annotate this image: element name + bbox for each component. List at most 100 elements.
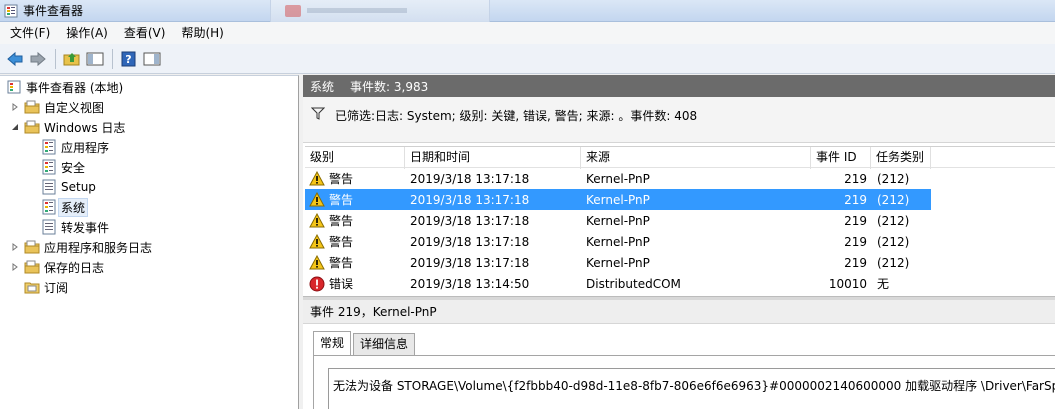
warning-icon [309,254,325,271]
tree-item-root[interactable]: 事件查看器 (本地) [6,77,123,97]
cell-level: 警告 [305,233,405,250]
cell-datetime: 2019/3/18 13:17:18 [410,213,530,228]
background-window-tab [270,0,490,22]
log-icon [41,159,57,175]
background-window-icon [285,5,301,17]
menu-help[interactable]: 帮助(H) [173,22,231,44]
error-icon [309,276,325,292]
filter-icon [311,107,325,120]
tab-general[interactable]: 常规 [313,331,352,355]
cell-source: DistributedCOM [586,276,681,291]
column-header-source[interactable]: 来源 [581,147,811,169]
show-action-pane-button[interactable] [141,48,163,70]
expand-arrow-icon[interactable] [10,262,20,272]
event-viewer-icon [4,4,18,17]
event-row[interactable]: 警告 2019/3/18 13:17:18 Kernel-PnP 219 (212) [305,252,1055,273]
svg-text:?: ? [125,53,131,66]
cell-level: 警告 [305,170,405,187]
help-button[interactable]: ? [118,48,140,70]
cell-datetime: 2019/3/18 13:17:18 [410,234,530,249]
tree-item[interactable]: 保存的日志 [10,257,104,277]
main-pane: 系统 事件数: 3,983 已筛选:日志: System; 级别: 关键, 错误… [303,75,1055,409]
tree-item[interactable]: 订阅 [10,277,68,297]
log-plain-icon [41,179,57,195]
cell-task-category: (212) [877,192,910,207]
toolbar: ? [0,44,1055,74]
tree-item-label: 应用程序 [61,140,110,155]
console-tree-icon [86,52,104,65]
tree-item[interactable]: Windows 日志 [10,117,125,137]
tree-item[interactable]: 自定义视图 [10,97,104,117]
filter-bar: 已筛选:日志: System; 级别: 关键, 错误, 警告; 来源: 。事件数… [303,97,1055,143]
column-header-datetime[interactable]: 日期和时间 [405,147,581,169]
cell-datetime: 2019/3/18 13:14:50 [410,276,530,291]
warning-icon [309,233,325,250]
window-title: 事件查看器 [23,4,84,18]
column-header-task-category[interactable]: 任务类别 [871,147,931,169]
menu-file[interactable]: 文件(F) [0,22,58,44]
detail-body: 无法为设备 STORAGE\Volume\{f2fbbb40-d98d-11e8… [313,355,1055,409]
expand-arrow-icon[interactable] [10,102,20,112]
cell-event-id: 219 [844,213,867,228]
up-folder-button[interactable] [61,48,83,70]
folder-icon [24,239,40,255]
tree-item-label: 应用程序和服务日志 [44,240,153,255]
event-message[interactable]: 无法为设备 STORAGE\Volume\{f2fbbb40-d98d-11e8… [328,368,1055,409]
warning-icon [309,191,325,208]
column-header-level[interactable]: 级别 [305,147,405,169]
log-title: 系统 [310,79,335,94]
cell-event-id: 10010 [828,276,867,291]
folder-icon [24,119,40,135]
toolbar-separator [55,48,56,69]
tree-item[interactable]: 安全 [41,157,85,177]
cell-task-category: (212) [877,213,910,228]
tree-item[interactable]: Setup [41,177,96,197]
forward-button[interactable] [27,48,49,70]
console-tree: 事件查看器 (本地) 自定义视图 Windows 日志 应用程序安全 Setup 系统转… [0,75,299,409]
collapse-arrow-icon[interactable] [10,122,20,132]
cell-level: 错误 [305,275,405,292]
menu-bar: 文件(F) 操作(A) 查看(V) 帮助(H) [0,22,1055,44]
event-row[interactable]: 警告 2019/3/18 13:17:18 Kernel-PnP 219 (212) [305,231,1055,252]
back-button[interactable] [4,48,26,70]
tree-item[interactable]: 应用程序和服务日志 [10,237,152,257]
tree-item[interactable]: 应用程序 [41,137,109,157]
cell-event-id: 219 [844,234,867,249]
cell-task-category: (212) [877,255,910,270]
action-pane-icon [143,52,161,65]
expand-arrow-icon[interactable] [10,242,20,252]
tree-item-label: Windows 日志 [44,120,126,135]
help-icon: ? [121,51,136,66]
cell-event-id: 219 [844,255,867,270]
cell-event-id: 219 [844,192,867,207]
menu-view[interactable]: 查看(V) [116,22,174,44]
filter-description: 已筛选:日志: System; 级别: 关键, 错误, 警告; 来源: 。事件数… [335,109,698,123]
cell-task-category: (212) [877,234,910,249]
log-icon [41,139,57,155]
cell-source: Kernel-PnP [586,255,650,270]
tree-item[interactable]: 系统 [41,197,89,217]
tab-details[interactable]: 详细信息 [353,333,416,355]
warning-icon [309,212,325,229]
cell-task-category: (212) [877,171,910,186]
tree-item-label: Setup [61,180,96,194]
event-detail-title: 事件 219，Kernel-PnP [303,300,1055,324]
event-row[interactable]: 警告 2019/3/18 13:17:18 Kernel-PnP 219 (212) [305,168,1055,189]
tree-item-label: 安全 [61,160,86,175]
tree-item[interactable]: 转发事件 [41,217,109,237]
level-label: 警告 [329,193,354,207]
cell-datetime: 2019/3/18 13:17:18 [410,192,530,207]
cell-level: 警告 [305,191,405,208]
level-label: 错误 [329,277,354,291]
cell-task-category: 无 [877,277,890,291]
folder-icon [24,259,40,275]
event-row[interactable]: 警告 2019/3/18 13:17:18 Kernel-PnP 219 (212) [305,210,1055,231]
menu-action[interactable]: 操作(A) [58,22,116,44]
cell-level: 警告 [305,254,405,271]
show-hide-tree-button[interactable] [84,48,106,70]
cell-event-id: 219 [844,171,867,186]
tree-item-label: 保存的日志 [44,260,105,275]
column-header-event-id[interactable]: 事件 ID [811,147,871,169]
event-row[interactable]: 错误 2019/3/18 13:14:50 DistributedCOM 10010 无 [305,273,1055,294]
event-row[interactable]: 警告 2019/3/18 13:17:18 Kernel-PnP 219 (212) [305,189,1055,210]
